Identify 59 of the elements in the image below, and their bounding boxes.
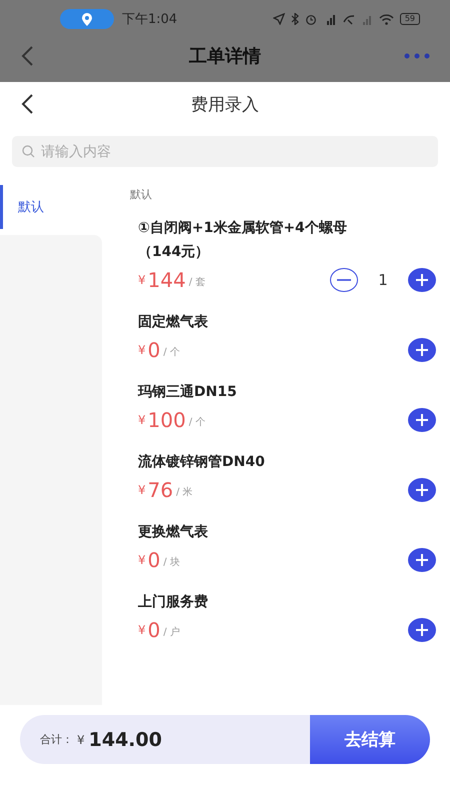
item-unit: / 块: [163, 556, 180, 569]
minus-icon: [337, 279, 351, 281]
currency-symbol: ¥: [77, 732, 85, 746]
item-unit: / 户: [163, 626, 180, 639]
weak-signal-icon: [360, 14, 373, 24]
item-unit: / 个: [163, 346, 180, 359]
back-icon[interactable]: [20, 93, 34, 115]
item-name: 更换燃气表: [138, 523, 209, 542]
item-price: 0: [148, 338, 160, 362]
search-icon: [22, 145, 35, 158]
item-name: 上门服务费: [138, 592, 209, 612]
wifi-icon: [378, 14, 394, 24]
currency-symbol: ¥: [138, 553, 146, 567]
item-unit: / 套: [188, 276, 206, 289]
plus-icon: [415, 483, 429, 497]
plus-icon: [415, 623, 429, 637]
bluetooth-icon: [290, 13, 299, 25]
plus-icon: [415, 553, 429, 567]
item-price: 144: [148, 268, 186, 292]
add-button[interactable]: [408, 408, 436, 432]
add-button[interactable]: [408, 478, 436, 502]
navigation-arrow-icon: [272, 13, 285, 25]
currency-symbol: ¥: [138, 483, 146, 497]
item-price: 0: [148, 548, 160, 572]
add-button[interactable]: [408, 618, 436, 642]
add-button[interactable]: [408, 548, 436, 572]
plus-icon: [415, 413, 429, 427]
currency-symbol: ¥: [138, 343, 146, 357]
location-pill[interactable]: [60, 9, 114, 29]
section-title: 默认: [130, 187, 153, 202]
alarm-clock-icon: [304, 13, 317, 25]
location-pin-icon: [82, 12, 92, 26]
add-button[interactable]: [408, 338, 436, 362]
plus-icon: [415, 273, 429, 287]
item-name: 玛钢三通DN15: [138, 383, 238, 402]
item-name: ①自闭阀+1米金属软管+4个螺母（144元）: [138, 219, 348, 262]
checkout-button[interactable]: 去结算: [310, 715, 430, 764]
item-price: 76: [148, 478, 174, 502]
decrease-button[interactable]: [330, 268, 358, 292]
add-button[interactable]: [408, 268, 436, 292]
item-unit: / 米: [176, 486, 193, 499]
quantity-count: 1: [377, 271, 389, 289]
currency-symbol: ¥: [138, 623, 146, 637]
plus-icon: [415, 343, 429, 357]
total-label: 合计：: [40, 732, 73, 747]
search-field[interactable]: 请输入内容: [12, 136, 438, 167]
item-price: 100: [148, 408, 186, 432]
sheet-title: 费用录入: [191, 94, 259, 116]
item-unit: / 个: [188, 416, 206, 429]
total-amount: 144.00: [88, 728, 162, 750]
currency-symbol: ¥: [138, 273, 146, 287]
item-name: 流体镀锌钢管DN40: [138, 452, 266, 472]
item-price: 0: [148, 618, 160, 642]
page-title: 工单详情: [189, 45, 261, 68]
battery-icon: 59: [400, 13, 420, 25]
status-time: 下午1:04: [122, 11, 178, 28]
currency-symbol: ¥: [138, 413, 146, 427]
call-icon: [342, 14, 355, 24]
item-name: 固定燃气表: [138, 312, 209, 332]
